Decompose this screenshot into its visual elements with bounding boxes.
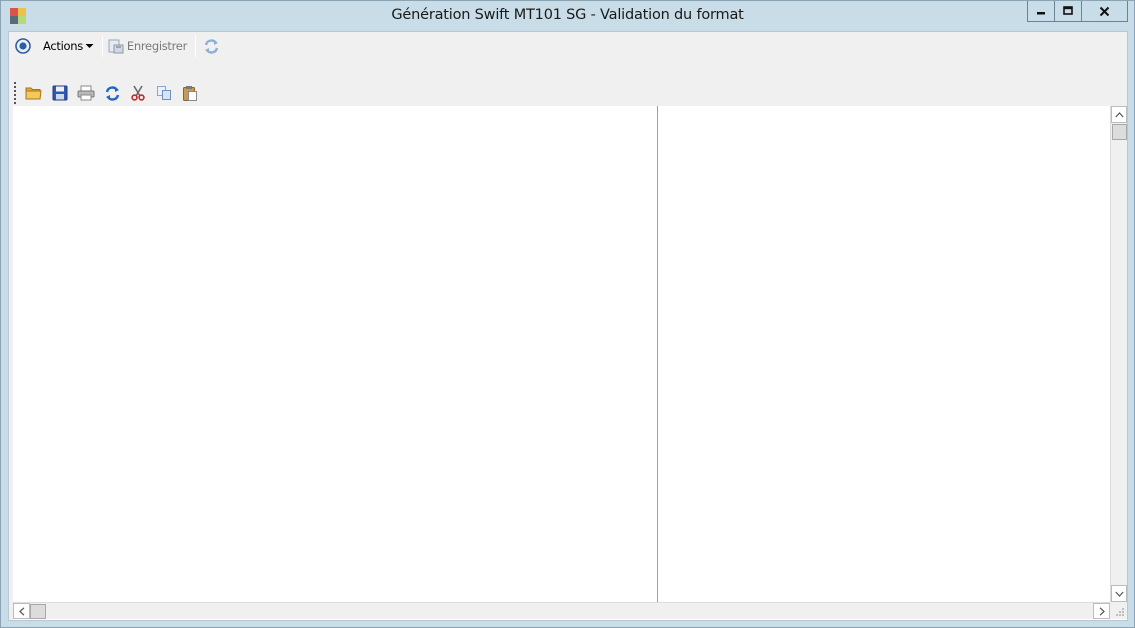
- resize-grip-icon: [1116, 608, 1124, 616]
- scroll-down-button[interactable]: [1111, 585, 1127, 602]
- copy-button[interactable]: [151, 82, 177, 104]
- save-label: Enregistrer: [126, 39, 188, 53]
- client-area: Actions Enregistrer: [8, 31, 1128, 621]
- minimize-icon: [1037, 12, 1045, 15]
- chevron-right-icon: [1099, 606, 1105, 616]
- chevron-left-icon: [18, 606, 24, 616]
- scroll-up-button[interactable]: [1111, 106, 1127, 123]
- actions-label: Actions: [43, 39, 83, 53]
- app-window: Génération Swift MT101 SG - Validation d…: [0, 0, 1135, 628]
- folder-open-icon: [25, 87, 42, 100]
- app-menu-button[interactable]: [12, 35, 34, 57]
- size-grip[interactable]: [1110, 602, 1127, 619]
- print-icon: [77, 85, 95, 101]
- chevron-down-icon: [1114, 591, 1124, 597]
- toolbar-separator: [195, 35, 197, 57]
- maximize-button[interactable]: [1054, 1, 1081, 22]
- close-icon: [1099, 6, 1110, 16]
- primary-toolbar: Actions Enregistrer: [9, 32, 1127, 60]
- refresh-icon: [204, 38, 218, 54]
- refresh-disabled-button[interactable]: [200, 35, 222, 57]
- toolbar-grip[interactable]: [14, 82, 17, 104]
- vertical-scroll-thumb[interactable]: [1112, 124, 1127, 140]
- scroll-right-button[interactable]: [1093, 603, 1110, 619]
- save-document-icon: [108, 39, 124, 54]
- save-file-button[interactable]: [47, 82, 73, 104]
- save-button[interactable]: Enregistrer: [107, 35, 187, 57]
- target-icon: [15, 38, 31, 54]
- refresh-icon: [105, 85, 119, 101]
- save-icon: [52, 85, 68, 101]
- maximize-icon: [1063, 6, 1073, 15]
- copy-icon: [157, 86, 171, 100]
- minimize-button[interactable]: [1027, 1, 1054, 22]
- title-bar[interactable]: Génération Swift MT101 SG - Validation d…: [1, 1, 1134, 31]
- secondary-toolbar: [14, 80, 203, 106]
- print-button[interactable]: [73, 82, 99, 104]
- horizontal-scrollbar[interactable]: [13, 602, 1110, 619]
- cut-button[interactable]: [125, 82, 151, 104]
- refresh-button[interactable]: [99, 82, 125, 104]
- actions-dropdown[interactable]: Actions: [43, 35, 94, 57]
- paste-button[interactable]: [177, 82, 203, 104]
- paste-icon: [183, 85, 197, 101]
- horizontal-scroll-thumb[interactable]: [30, 604, 46, 619]
- source-pane[interactable]: [13, 106, 658, 602]
- toolbar-separator: [101, 35, 103, 57]
- open-button[interactable]: [21, 82, 47, 104]
- editor-area: [13, 106, 1127, 620]
- scroll-left-button[interactable]: [13, 603, 30, 619]
- vertical-scrollbar[interactable]: [1110, 106, 1127, 602]
- chevron-down-icon: [85, 44, 94, 48]
- window-title: Génération Swift MT101 SG - Validation d…: [391, 7, 744, 23]
- window-controls: [1027, 1, 1128, 22]
- validation-pane[interactable]: [659, 106, 1110, 602]
- close-button[interactable]: [1081, 1, 1128, 22]
- chevron-up-icon: [1114, 111, 1124, 117]
- cut-icon: [131, 85, 145, 101]
